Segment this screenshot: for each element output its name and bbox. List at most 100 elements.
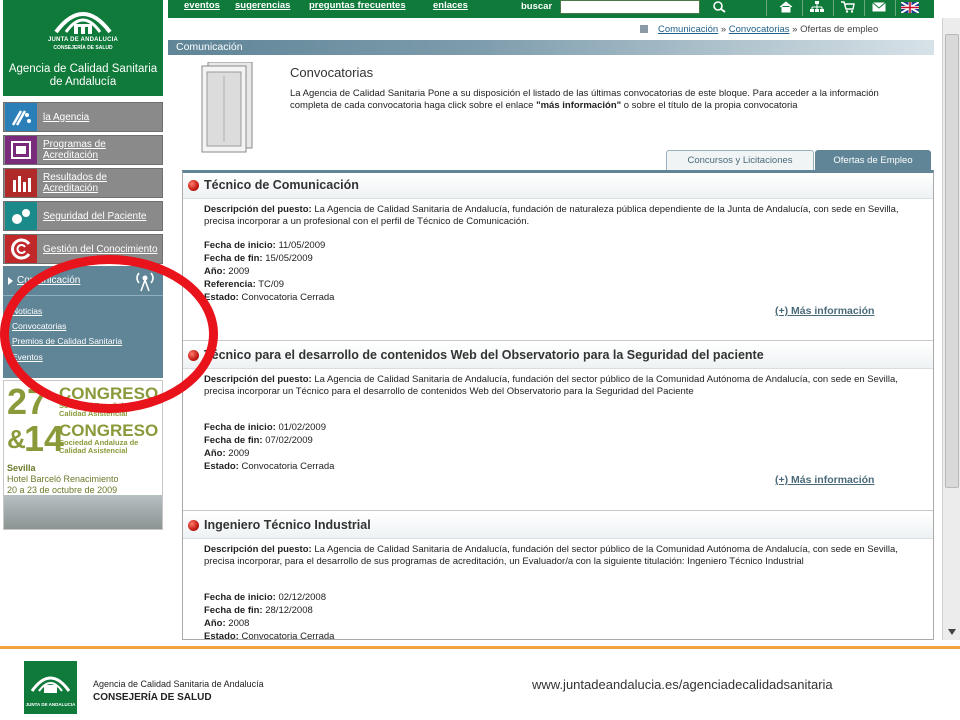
footer-url[interactable]: www.juntadeandalucia.es/agenciadecalidad…: [532, 677, 833, 692]
field-label: Estado:: [204, 631, 239, 640]
banner-city: Sevilla: [7, 463, 36, 473]
sidebar-item-label: Programas de Acreditación: [43, 139, 106, 161]
uk-flag-icon[interactable]: [898, 0, 922, 14]
breadcrumb-link-convocatorias[interactable]: Convocatorias: [729, 24, 790, 35]
sidebar-item-agencia[interactable]: la Agencia: [3, 102, 163, 132]
search-icon[interactable]: [708, 0, 732, 14]
breadcrumb-marker-icon: [640, 25, 648, 33]
field-row: Estado: Convocatoria Cerrada: [204, 460, 334, 473]
field-label: Estado:: [204, 461, 239, 472]
divider: [895, 0, 896, 16]
list-item: Técnico de Comunicación Descripción del …: [183, 173, 933, 341]
field-row: Fecha de fin: 15/05/2009: [204, 252, 334, 265]
sidebar-item-label: la Agencia: [43, 111, 90, 123]
search-input[interactable]: [560, 0, 700, 14]
status-dot-icon: [188, 520, 199, 531]
job-header: Ingeniero Técnico Industrial: [183, 513, 933, 539]
sidebar-item-label: Resultados de Acreditación: [43, 172, 107, 194]
logo-org: JUNTA DE ANDALUCIA: [47, 37, 119, 43]
logo-agency: Agencia de Calidad Sanitaria de Andalucí…: [8, 63, 158, 88]
tab-concursos-licitaciones[interactable]: Concursos y Licitaciones: [666, 150, 814, 170]
job-fields: Fecha de inicio: 11/05/2009 Fecha de fin…: [204, 239, 334, 304]
job-list: Técnico de Comunicación Descripción del …: [182, 170, 934, 640]
field-row: Estado: Convocatoria Cerrada: [204, 291, 334, 304]
field-value: 2009: [228, 266, 250, 277]
more-info-link[interactable]: (+) Más información: [775, 474, 874, 486]
breadcrumb: Comunicación » Convocatorias » Ofertas d…: [640, 24, 878, 36]
field-row: Estado: Convocatoria Cerrada: [204, 630, 335, 640]
job-title[interactable]: Técnico para el desarrollo de contenidos…: [204, 348, 764, 362]
knowledge-icon: [5, 235, 37, 263]
mail-icon[interactable]: [867, 0, 891, 14]
banner-congreso-2: CONGRESO: [59, 421, 159, 440]
sidebar-item-resultados[interactable]: Resultados de Acreditación: [3, 168, 163, 198]
field-label: Fecha de fin:: [204, 253, 263, 264]
banner-amp: &: [7, 424, 26, 454]
footer-logo: JUNTA DE ANDALUCIA: [24, 661, 77, 714]
field-row: Referencia: TC/09: [204, 278, 334, 291]
job-title[interactable]: Ingeniero Técnico Industrial: [204, 518, 371, 532]
field-row: Fecha de inicio: 11/05/2009: [204, 239, 334, 252]
banner-photo: [4, 495, 162, 529]
footer: JUNTA DE ANDALUCIA Agencia de Calidad Sa…: [0, 649, 960, 720]
field-value: Convocatoria Cerrada: [241, 631, 335, 640]
footer-consejeria: CONSEJERÍA DE SALUD: [93, 692, 212, 703]
job-title[interactable]: Técnico de Comunicación: [204, 178, 359, 192]
page-scrollbar[interactable]: [942, 18, 960, 640]
sidebar-item-programas[interactable]: Programas de Acreditación: [3, 135, 163, 165]
field-value: 2009: [228, 448, 250, 459]
nav-link-eventos[interactable]: eventos: [184, 0, 220, 11]
sidebar-item-label: Gestión del Conocimiento: [43, 243, 158, 255]
job-description: Descripción del puesto: La Agencia de Ca…: [204, 544, 909, 568]
banner-dates: 20 a 23 de octubre de 2009: [7, 485, 118, 495]
field-label: Descripción del puesto:: [204, 374, 312, 385]
breadcrumb-link-comunicacion[interactable]: Comunicación: [658, 24, 718, 35]
field-label: Fecha de inicio:: [204, 592, 276, 603]
job-description: Descripción del puesto: La Agencia de Ca…: [204, 204, 909, 228]
footer-logo-text: JUNTA DE ANDALUCIA: [26, 702, 77, 707]
status-dot-icon: [188, 180, 199, 191]
divider: [183, 510, 933, 511]
divider: [864, 0, 865, 16]
divider: [833, 0, 834, 16]
field-label: Año:: [204, 618, 226, 629]
field-label: Fecha de inicio:: [204, 422, 276, 433]
cart-icon[interactable]: [836, 0, 860, 14]
field-row: Fecha de fin: 07/02/2009: [204, 434, 334, 447]
junta-emblem-icon: JUNTA DE ANDALUCIA: [26, 676, 77, 707]
nav-link-enlaces[interactable]: enlaces: [433, 0, 468, 11]
field-label: Referencia:: [204, 279, 256, 290]
field-label: Fecha de inicio:: [204, 240, 276, 251]
site-logo[interactable]: JUNTA DE ANDALUCIA CONSEJERÍA DE SALUD A…: [3, 0, 163, 96]
sitemap-icon[interactable]: [805, 0, 829, 14]
home-icon[interactable]: [774, 0, 798, 14]
nav-link-sugerencias[interactable]: sugerencias: [235, 0, 290, 11]
more-info-link[interactable]: (+) Más información: [775, 305, 874, 317]
scroll-down-arrow-icon[interactable]: [945, 626, 959, 638]
sidebar-item-seguridad[interactable]: Seguridad del Paciente: [3, 201, 163, 231]
job-header: Técnico para el desarrollo de contenidos…: [183, 343, 933, 369]
tab-ofertas-empleo[interactable]: Ofertas de Empleo: [815, 150, 931, 170]
field-label: Descripción del puesto:: [204, 204, 312, 215]
footer-agency: Agencia de Calidad Sanitaria de Andalucí…: [93, 679, 264, 689]
list-item: Ingeniero Técnico Industrial Descripción…: [183, 513, 933, 640]
field-value: 07/02/2009: [265, 435, 313, 446]
intro-text-emphasis: "más información": [536, 100, 622, 111]
list-item: Técnico para el desarrollo de contenidos…: [183, 343, 933, 511]
nav-link-preguntas[interactable]: preguntas frecuentes: [309, 0, 406, 11]
breadcrumb-current: Ofertas de empleo: [800, 24, 879, 35]
section-title: Comunicación: [176, 41, 243, 53]
field-label: Fecha de fin:: [204, 605, 263, 616]
sidebar-item-label: Seguridad del Paciente: [43, 210, 147, 222]
job-header: Técnico de Comunicación: [183, 173, 933, 199]
patient-safety-icon: [5, 202, 37, 230]
scrollbar-thumb[interactable]: [945, 34, 959, 488]
job-fields: Fecha de inicio: 02/12/2008 Fecha de fin…: [204, 591, 335, 640]
field-value: Convocatoria Cerrada: [241, 461, 335, 472]
section-title-bar: Comunicación: [168, 40, 934, 55]
arrow-right-icon: [8, 277, 13, 285]
banner-venue: Hotel Barceló Renacimiento: [7, 474, 119, 484]
field-value: 15/05/2009: [265, 253, 313, 264]
field-row: Año: 2008: [204, 617, 334, 630]
top-navigation-bar: eventos sugerencias preguntas frecuentes…: [168, 0, 934, 18]
